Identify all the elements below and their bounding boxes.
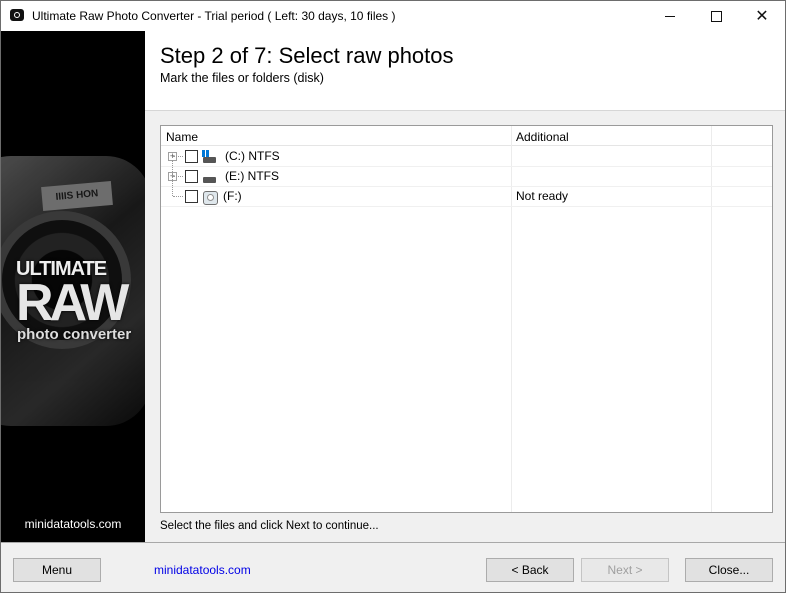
website-link[interactable]: minidatatools.com: [154, 563, 251, 577]
minimize-icon: [665, 15, 675, 17]
drive-label: (F:): [223, 189, 242, 203]
logo-raw-text: RAW: [16, 274, 129, 332]
hard-drive-icon: [203, 157, 216, 163]
title-bar[interactable]: Ultimate Raw Photo Converter - Trial per…: [1, 1, 785, 31]
camera-nameplate: IIIIS HON: [41, 180, 113, 212]
instruction-text: Select the files and click Next to conti…: [160, 520, 379, 532]
camera-app-icon: [10, 9, 24, 21]
table-row[interactable]: + (C:) NTFS: [161, 146, 772, 186]
page-subtitle: Mark the files or folders (disk): [160, 71, 324, 85]
application-window: Ultimate Raw Photo Converter - Trial per…: [0, 0, 786, 593]
sidebar-url: minidatatools.com: [24, 517, 122, 531]
minimize-button[interactable]: [647, 1, 693, 31]
drive-label: (C:) NTFS: [225, 149, 280, 163]
tree-connector-line: [173, 196, 183, 197]
back-button[interactable]: < Back: [486, 558, 574, 582]
tree-connector-line: [172, 180, 173, 196]
product-logo: ULTIMATE RAW photo converter: [16, 259, 131, 343]
wizard-content: Step 2 of 7: Select raw photos Mark the …: [145, 31, 785, 542]
tree-connector-line: [173, 176, 183, 177]
next-button[interactable]: Next >: [581, 558, 669, 582]
wizard-footer: Menu minidatatools.com < Back Next > Clo…: [1, 542, 785, 592]
close-window-button[interactable]: ✕: [739, 1, 785, 31]
table-row[interactable]: + (E:) NTFS: [161, 160, 772, 187]
drive-label: (E:) NTFS: [225, 169, 279, 183]
cd-drive-icon: [202, 190, 218, 205]
close-button[interactable]: Close...: [685, 558, 773, 582]
table-row[interactable]: (F:) Not ready: [161, 180, 772, 207]
tree-header: Name Additional: [161, 126, 772, 146]
hard-drive-icon: [203, 177, 216, 183]
windows-drive-icon: [202, 150, 217, 163]
column-header-additional[interactable]: Additional: [516, 130, 569, 144]
window-title: Ultimate Raw Photo Converter - Trial per…: [32, 9, 396, 23]
disc-icon: [203, 191, 218, 205]
column-header-name[interactable]: Name: [166, 130, 198, 144]
tree-connector-line: [173, 156, 183, 157]
page-title: Step 2 of 7: Select raw photos: [160, 43, 454, 68]
maximize-icon: [710, 10, 722, 22]
menu-button[interactable]: Menu: [13, 558, 101, 582]
step-header: Step 2 of 7: Select raw photos Mark the …: [145, 31, 785, 111]
drive-checkbox[interactable]: [185, 170, 198, 183]
maximize-button[interactable]: [693, 1, 739, 31]
drive-additional-info: Not ready: [516, 189, 569, 203]
drive-checkbox[interactable]: [185, 190, 198, 203]
windows-logo-icon: [202, 150, 209, 157]
drive-tree-table[interactable]: Name Additional + (C:) NTFS + (E:) NTFS …: [160, 125, 773, 513]
product-sidebar: IIIIS HON ULTIMATE RAW photo converter m…: [1, 31, 145, 542]
drive-checkbox[interactable]: [185, 150, 198, 163]
logo-photo-converter-text: photo converter: [17, 326, 132, 343]
drive-icon: [202, 170, 217, 183]
